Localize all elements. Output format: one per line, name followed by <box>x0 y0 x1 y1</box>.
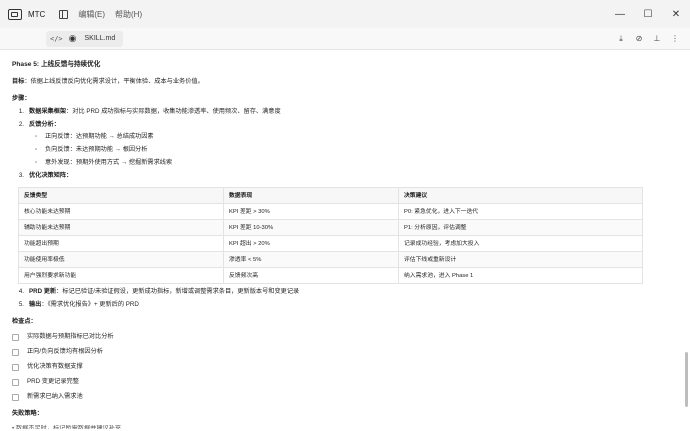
checkbox[interactable] <box>12 334 19 342</box>
maximize-button[interactable]: ☐ <box>634 0 662 28</box>
step-5: 5. 输出：《需求优化报告》+ 更新后的 PRD <box>12 301 672 310</box>
checklist-text: 新需求已纳入需求池 <box>27 393 83 401</box>
checkbox[interactable] <box>12 394 19 402</box>
table-row: 用户强烈要求新功能 反馈频次高 纳入需求池，进入 Phase 1 <box>18 267 643 285</box>
goal-label: 目标 <box>12 77 25 85</box>
list-item-text: 正向反馈：达预期功能 → 总结成功因素 <box>45 133 154 141</box>
checklist-item[interactable]: PRD 变更记录完整 <box>12 378 672 387</box>
step-text: ：标记已验证/未验证假设，更新成功指标，新增或调整需求条目，更新版本号和变更记录 <box>56 288 300 296</box>
step-text: ：对比 PRD 成功指标与实际数据，收集功能渗透率、使用频次、留存、满意度 <box>66 107 281 115</box>
list-item: ◦ 正向反馈：达预期功能 → 总结成功因素 <box>35 133 672 142</box>
table-header: 反馈类型 <box>18 187 224 205</box>
checkbox[interactable] <box>12 364 19 372</box>
file-toolbar: </> ◉ SKILL.md ⤓ ⊘ ⊥ ⋮ <box>0 28 690 50</box>
download-icon[interactable]: ⤓ <box>612 34 630 44</box>
step-number: 1. <box>18 107 24 115</box>
file-tools: ⤓ ⊘ ⊥ ⋮ <box>612 34 684 44</box>
table-cell: 纳入需求池，进入 Phase 1 <box>398 267 643 285</box>
checklist-text: 优化决策有数据支撑 <box>27 363 83 371</box>
table-cell: P0: 紧急优化，进入下一迭代 <box>398 203 643 221</box>
bullet-icon: ◦ <box>35 146 38 154</box>
table-header: 决策建议 <box>398 187 643 205</box>
table-cell: KPI 超出 > 20% <box>223 235 399 253</box>
sidebar-toggle-icon[interactable] <box>59 9 69 19</box>
failure-strategy-label: 失败策略： <box>12 410 43 418</box>
file-name: SKILL.md <box>84 35 116 42</box>
preview-icon[interactable]: ◉ <box>69 33 77 44</box>
step-4: 4. PRD 更新：标记已验证/未验证假设，更新成功指标，新增或调整需求条目，更… <box>12 288 672 297</box>
table-cell: KPI 差距 > 30% <box>223 203 399 221</box>
checklist-item[interactable]: 优化决策有数据支撑 <box>12 363 672 372</box>
list-item: ◦ 意外发现：预期外使用方式 → 挖掘新需求线索 <box>35 159 672 168</box>
step-label: 优化决策矩阵： <box>29 172 73 180</box>
table-cell: 反馈频次高 <box>223 267 399 285</box>
bullet-icon: ◦ <box>35 159 38 167</box>
checklist-text: 实际数据与预期指标已对比分析 <box>27 333 114 341</box>
failure-strategy-item: • 数据不足时，标记所需数据并建议补充 <box>12 425 122 430</box>
table-cell: 功能超出预期 <box>18 235 224 253</box>
goal-line: 目标：依据上线反馈反向优化需求设计，平衡体验、成本与业务价值。 <box>12 78 672 87</box>
list-item-text: 负向反馈：未达预期功能 → 根因分析 <box>45 146 148 154</box>
step-label: PRD 更新 <box>29 288 57 296</box>
steps-label: 步骤： <box>12 94 31 102</box>
more-icon[interactable]: ⋮ <box>666 34 684 43</box>
table-cell: P1: 分析原因，评估调整 <box>398 219 643 237</box>
checklist-item[interactable]: 正向/负向反馈均有根因分析 <box>12 348 672 357</box>
table-header-row: 反馈类型 数据表现 决策建议 <box>18 187 643 205</box>
table-row: 辅助功能未达预期 KPI 差距 10-30% P1: 分析原因，评估调整 <box>18 219 643 237</box>
file-tab[interactable]: </> ◉ SKILL.md <box>46 30 124 47</box>
step-number: 2. <box>18 120 24 128</box>
checklist-text: PRD 变更记录完整 <box>27 378 79 386</box>
table-cell: 功能使用率极低 <box>18 251 224 269</box>
close-button[interactable]: ✕ <box>662 0 690 28</box>
step-number: 5. <box>18 301 24 309</box>
code-view-icon[interactable]: </> <box>50 35 63 43</box>
unpin-icon[interactable]: ⊘ <box>630 34 648 43</box>
table-cell: 用户强烈要求新功能 <box>18 267 224 285</box>
decision-table: 反馈类型 数据表现 决策建议 核心功能未达预期 KPI 差距 > 30% P0:… <box>18 187 643 285</box>
scrollbar-thumb[interactable] <box>685 352 688 407</box>
step-2: 2. 反馈分析： <box>12 121 672 130</box>
list-item: ◦ 负向反馈：未达预期功能 → 根因分析 <box>35 146 672 155</box>
step-label: 数据采集框架 <box>29 107 67 115</box>
goal-text: ：依据上线反馈反向优化需求设计，平衡体验、成本与业务价值。 <box>24 77 204 85</box>
step-3: 3. 优化决策矩阵： <box>12 172 672 181</box>
document-content: Phase 5: 上线反馈与持续优化 目标：依据上线反馈反向优化需求设计，平衡体… <box>12 58 672 431</box>
checklist-text: 正向/负向反馈均有根因分析 <box>27 348 103 356</box>
table-row: 功能超出预期 KPI 超出 > 20% 记录成功经验，考虑加大投入 <box>18 235 643 253</box>
table-cell: 核心功能未达预期 <box>18 203 224 221</box>
checkbox[interactable] <box>12 349 19 357</box>
step-label: 反馈分析： <box>29 120 60 128</box>
app-icon <box>8 8 22 20</box>
table-cell: 辅助功能未达预期 <box>18 219 224 237</box>
minimize-button[interactable]: — <box>606 0 634 28</box>
window-controls: — ☐ ✕ <box>606 0 690 28</box>
checklist-item[interactable]: 实际数据与预期指标已对比分析 <box>12 333 672 342</box>
step-1: 1. 数据采集框架：对比 PRD 成功指标与实际数据，收集功能渗透率、使用频次、… <box>12 108 672 117</box>
step-number: 3. <box>18 172 24 180</box>
step-label: 输出 <box>29 301 42 309</box>
title-bar: MTC 编辑(E) 帮助(H) — ☐ ✕ <box>0 0 690 28</box>
app-name: MTC <box>28 9 46 19</box>
checklist-item[interactable]: 新需求已纳入需求池 <box>12 393 672 402</box>
table-header: 数据表现 <box>223 187 399 205</box>
phase-title: Phase 5: 上线反馈与持续优化 <box>12 61 101 68</box>
list-item-text: 意外发现：预期外使用方式 → 挖掘新需求线索 <box>45 159 173 167</box>
pin-icon[interactable]: ⊥ <box>648 34 666 43</box>
step-number: 4. <box>18 288 24 296</box>
table-row: 功能使用率极低 渗透率 < 5% 评估下线或重新设计 <box>18 251 643 269</box>
checkbox[interactable] <box>12 379 19 387</box>
table-cell: 记录成功经验，考虑加大投入 <box>398 235 643 253</box>
table-cell: 评估下线或重新设计 <box>398 251 643 269</box>
table-cell: 渗透率 < 5% <box>223 251 399 269</box>
table-row: 核心功能未达预期 KPI 差距 > 30% P0: 紧急优化，进入下一迭代 <box>18 203 643 221</box>
table-cell: KPI 差距 10-30% <box>223 219 399 237</box>
step-text: ：《需求优化报告》+ 更新后的 PRD <box>41 301 139 309</box>
menu-help[interactable]: 帮助(H) <box>115 9 142 20</box>
menu-edit[interactable]: 编辑(E) <box>78 9 105 20</box>
bullet-icon: ◦ <box>35 133 38 141</box>
checkpoints-label: 检查点： <box>12 318 37 326</box>
